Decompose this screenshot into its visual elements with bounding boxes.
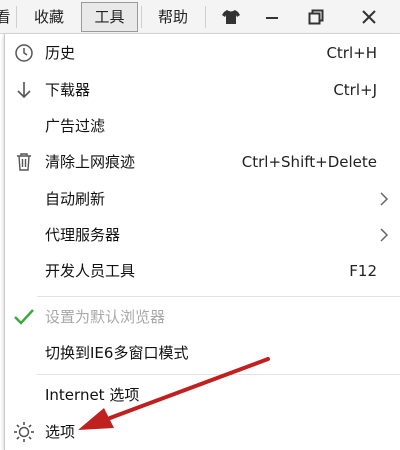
menu-item-shortcut: Ctrl+J [333, 81, 377, 99]
gear-icon [12, 420, 36, 444]
menu-item-clear-history[interactable]: 清除上网痕迹 Ctrl+Shift+Delete [5, 147, 400, 177]
menu-item-auto-refresh[interactable]: 自动刷新 [5, 184, 400, 214]
menu-item-label: 自动刷新 [45, 190, 106, 208]
menu-item-label: Internet 选项 [45, 386, 140, 404]
menu-item-proxy-server[interactable]: 代理服务器 [5, 220, 400, 250]
menu-item-developer-tools[interactable]: 开发人员工具 F12 [5, 256, 400, 286]
menu-item-shortcut: F12 [349, 262, 377, 280]
menu-separator [16, 6, 17, 28]
menu-item-set-default-browser: 设置为默认浏览器 [5, 302, 400, 332]
menu-separator [205, 6, 206, 28]
chevron-right-icon [380, 192, 389, 206]
menu-item-ad-filter[interactable]: 广告过滤 [5, 111, 400, 141]
skin-icon [222, 10, 240, 24]
skin-button[interactable] [211, 3, 251, 31]
download-arrow-icon [12, 78, 36, 102]
checkmark-icon [12, 305, 36, 329]
menu-item-history[interactable]: 历史 Ctrl+H [5, 38, 400, 68]
menu-divider [37, 296, 400, 297]
minimize-icon [266, 17, 278, 19]
menu-view[interactable]: 看 [0, 0, 14, 34]
menu-item-internet-options[interactable]: Internet 选项 [5, 380, 400, 410]
menu-divider [37, 374, 400, 375]
menu-item-label: 设置为默认浏览器 [45, 308, 166, 326]
chevron-right-icon [380, 228, 389, 242]
tools-dropdown-menu: 历史 Ctrl+H 下载器 Ctrl+J 广告过滤 清除上网痕迹 Ctrl+Sh… [4, 34, 400, 450]
menu-favorites[interactable]: 收藏 [24, 0, 74, 34]
trash-icon [12, 150, 36, 174]
menu-item-downloader[interactable]: 下载器 Ctrl+J [5, 75, 400, 105]
menu-tools[interactable]: 工具 [81, 2, 138, 32]
menu-item-label: 清除上网痕迹 [45, 153, 136, 171]
menu-item-label: 广告过滤 [45, 117, 106, 135]
clock-icon [12, 41, 36, 65]
menu-separator [141, 6, 142, 28]
menu-item-label: 切换到IE6多窗口模式 [45, 344, 189, 362]
menu-item-label: 历史 [45, 44, 76, 62]
menu-item-shortcut: Ctrl+Shift+Delete [241, 153, 377, 171]
menu-item-ie6-mode[interactable]: 切换到IE6多窗口模式 [5, 338, 400, 368]
restore-button[interactable] [300, 3, 332, 31]
menu-item-options[interactable]: 选项 [5, 417, 400, 447]
menu-item-label: 下载器 [45, 81, 91, 99]
menu-bar: 看 收藏 工具 帮助 [0, 0, 400, 34]
menu-item-label: 选项 [45, 423, 76, 441]
close-icon [362, 10, 376, 24]
menu-item-label: 开发人员工具 [45, 262, 136, 280]
menu-item-shortcut: Ctrl+H [326, 44, 377, 62]
menu-item-label: 代理服务器 [45, 226, 121, 244]
menu-help[interactable]: 帮助 [146, 0, 200, 34]
close-button[interactable] [352, 3, 386, 31]
minimize-button[interactable] [256, 3, 288, 31]
restore-icon [308, 9, 324, 25]
